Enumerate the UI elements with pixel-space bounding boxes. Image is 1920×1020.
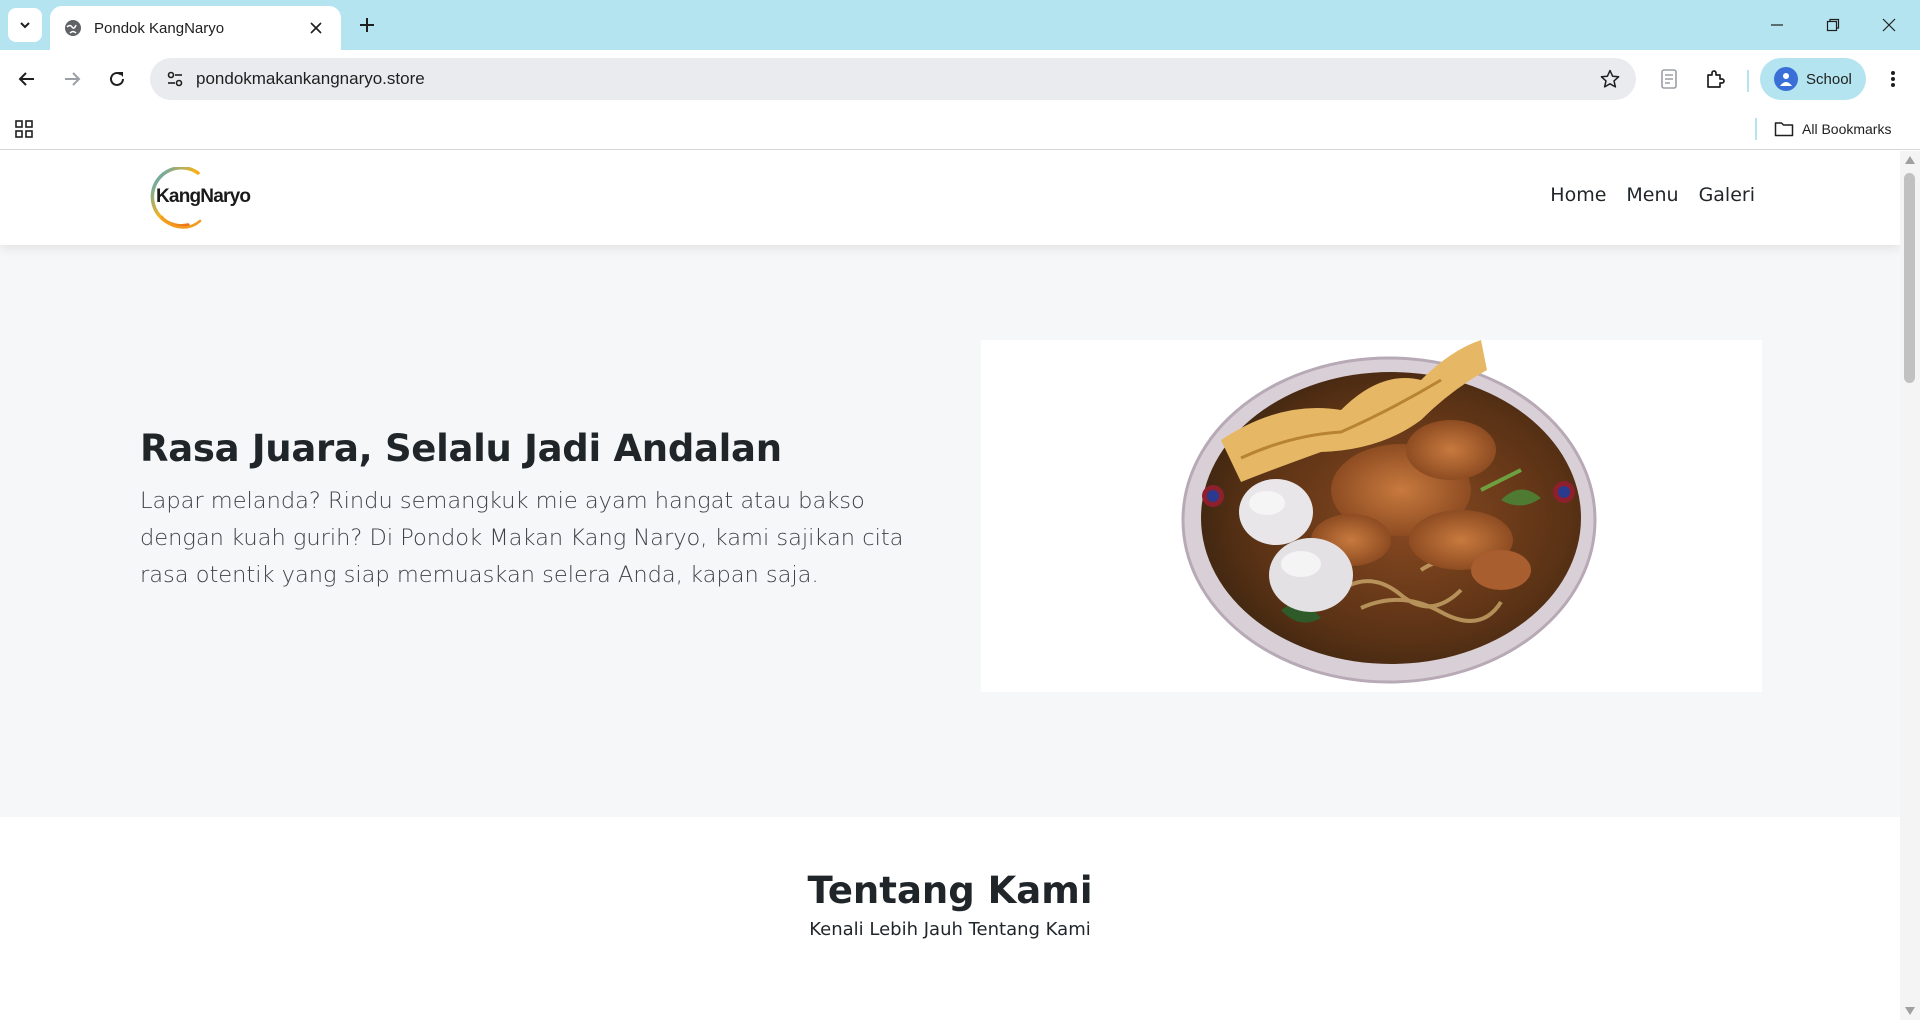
hero-section: Rasa Juara, Selalu Jadi Andalan Lapar me… [0,245,1900,817]
browser-menu-button[interactable] [1876,62,1910,96]
page-scrollbar[interactable] [1900,151,1920,1020]
toolbar-divider [1747,70,1749,92]
logo-text: KangNaryo [156,186,251,207]
scroll-up-arrow-icon[interactable] [1905,156,1915,164]
about-title: Tentang Kami [807,869,1093,912]
browser-tab-strip: Pondok KangNaryo [0,0,1920,50]
close-icon [310,22,322,34]
address-bar[interactable]: pondokmakankangnaryo.store [150,58,1636,100]
reading-mode-button[interactable] [1652,62,1686,96]
folder-icon [1774,122,1794,137]
noodle-bowl-photo-icon [1181,340,1597,684]
all-bookmarks-button[interactable]: All Bookmarks [1774,116,1891,142]
arrow-left-icon [18,72,34,86]
apps-button[interactable] [10,115,38,143]
hero-title: Rasa Juara, Selalu Jadi Andalan [140,427,782,470]
globe-icon [65,20,81,36]
site-nav-links: Home Menu Galeri [1550,184,1755,206]
star-icon [1600,69,1620,88]
tune-icon [167,71,183,87]
site-logo[interactable]: KangNaryo [140,167,252,229]
profile-avatar-icon [1780,73,1792,86]
arrow-right-icon [65,72,81,86]
bookmarks-divider [1755,118,1757,140]
tab-title: Pondok KangNaryo [94,19,225,37]
chevron-down-icon [20,22,30,29]
hero-description: Lapar melanda? Rindu semangkuk mie ayam … [140,488,904,588]
reload-button[interactable] [100,62,134,96]
plus-icon [360,18,374,32]
window-close-button[interactable] [1874,10,1904,40]
restore-button[interactable] [1818,10,1848,40]
about-subtitle: Kenali Lebih Jauh Tentang Kami [809,919,1091,940]
site-navbar: KangNaryo Home Menu Galeri [0,151,1900,245]
minimize-button[interactable] [1762,10,1792,40]
document-icon [1661,69,1677,89]
about-section: Tentang Kami Kenali Lebih Jauh Tentang K… [0,817,1900,1020]
new-tab-button[interactable] [353,11,381,39]
tab-close-button[interactable] [305,17,327,39]
hero-food-image [981,340,1762,692]
back-button[interactable] [10,62,44,96]
profile-label: School [1806,70,1852,88]
forward-button[interactable] [55,62,89,96]
active-tab[interactable]: Pondok KangNaryo [50,6,341,50]
reload-icon [110,71,124,86]
nav-link-galeri[interactable]: Galeri [1699,184,1755,206]
close-icon [1882,18,1896,32]
minimize-icon [1771,24,1783,26]
nav-link-home[interactable]: Home [1550,184,1606,206]
bookmark-star-button[interactable] [1598,67,1622,91]
bookmarks-bar: All Bookmarks [0,108,1920,150]
restore-icon [1826,18,1840,32]
extensions-button[interactable] [1698,62,1732,96]
tab-search-button[interactable] [8,8,42,42]
scrollbar-thumb[interactable] [1904,173,1915,383]
avatar [1774,67,1798,91]
apps-grid-icon [15,120,33,138]
all-bookmarks-label: All Bookmarks [1802,121,1892,137]
more-vertical-icon [1891,71,1895,87]
url-text[interactable]: pondokmakankangnaryo.store [196,69,425,89]
puzzle-icon [1707,70,1725,88]
page-viewport: KangNaryo Home Menu Galeri Rasa Juara, S… [0,151,1900,1020]
scroll-down-arrow-icon[interactable] [1905,1007,1915,1015]
profile-button[interactable]: School [1760,58,1866,100]
browser-toolbar: pondokmakankangnaryo.store School [0,50,1920,108]
site-info-button[interactable] [160,64,190,94]
nav-link-menu[interactable]: Menu [1626,184,1678,206]
